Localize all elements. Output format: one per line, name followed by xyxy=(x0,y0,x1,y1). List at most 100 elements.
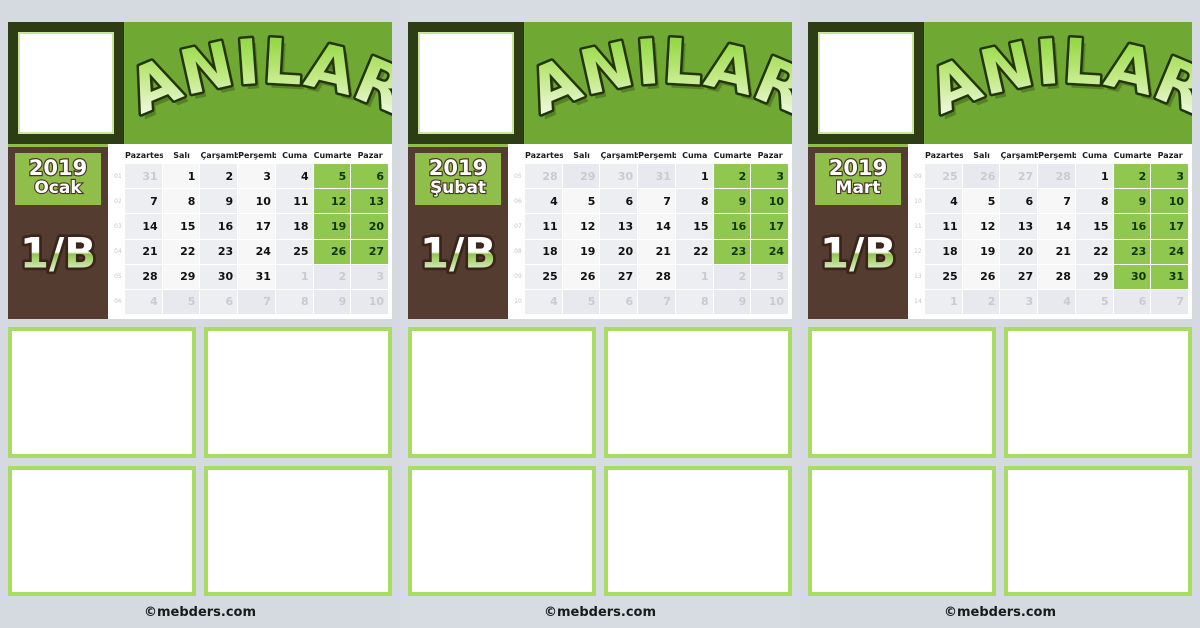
day-cell[interactable]: 5 xyxy=(1075,289,1113,315)
day-cell[interactable]: 22 xyxy=(675,239,713,264)
day-cell[interactable]: 1 xyxy=(1075,164,1113,189)
photo-placeholder-4[interactable] xyxy=(604,465,792,596)
day-cell[interactable]: 3 xyxy=(1151,164,1189,189)
day-cell[interactable]: 24 xyxy=(751,239,789,264)
day-cell[interactable]: 7 xyxy=(638,289,675,315)
day-cell[interactable]: 8 xyxy=(675,189,713,214)
day-cell[interactable]: 7 xyxy=(1038,189,1075,214)
day-cell[interactable]: 2 xyxy=(200,164,238,189)
day-cell[interactable]: 3 xyxy=(351,264,389,289)
day-cell[interactable]: 4 xyxy=(1038,289,1075,315)
day-cell[interactable]: 6 xyxy=(200,289,238,315)
day-cell[interactable]: 28 xyxy=(1038,164,1075,189)
day-cell[interactable]: 4 xyxy=(125,289,162,315)
day-cell[interactable]: 26 xyxy=(962,164,1000,189)
day-cell[interactable]: 1 xyxy=(162,164,200,189)
day-cell[interactable]: 22 xyxy=(162,239,200,264)
day-cell[interactable]: 20 xyxy=(1000,239,1038,264)
day-cell[interactable]: 17 xyxy=(751,214,789,239)
photo-placeholder-2[interactable] xyxy=(604,327,792,458)
day-cell[interactable]: 12 xyxy=(962,214,1000,239)
photo-placeholder-1[interactable] xyxy=(8,327,196,458)
day-cell[interactable]: 26 xyxy=(313,239,351,264)
day-cell[interactable]: 21 xyxy=(125,239,162,264)
photo-placeholder-1[interactable] xyxy=(408,327,596,458)
day-cell[interactable]: 5 xyxy=(162,289,200,315)
day-cell[interactable]: 6 xyxy=(1113,289,1151,315)
day-cell[interactable]: 18 xyxy=(925,239,962,264)
day-cell[interactable]: 22 xyxy=(1075,239,1113,264)
day-cell[interactable]: 28 xyxy=(125,264,162,289)
day-cell[interactable]: 2 xyxy=(713,264,751,289)
day-cell[interactable]: 5 xyxy=(313,164,351,189)
day-cell[interactable]: 1 xyxy=(675,264,713,289)
portrait-photo-placeholder[interactable] xyxy=(408,22,524,144)
photo-placeholder-2[interactable] xyxy=(204,327,392,458)
day-cell[interactable]: 23 xyxy=(713,239,751,264)
day-cell[interactable]: 21 xyxy=(638,239,675,264)
day-cell[interactable]: 25 xyxy=(275,239,313,264)
day-cell[interactable]: 21 xyxy=(1038,239,1075,264)
day-cell[interactable]: 26 xyxy=(962,264,1000,289)
day-cell[interactable]: 4 xyxy=(525,189,562,214)
day-cell[interactable]: 13 xyxy=(600,214,638,239)
day-cell[interactable]: 19 xyxy=(962,239,1000,264)
photo-placeholder-1[interactable] xyxy=(808,327,996,458)
day-cell[interactable]: 31 xyxy=(125,164,162,189)
day-cell[interactable]: 10 xyxy=(751,189,789,214)
day-cell[interactable]: 27 xyxy=(1000,264,1038,289)
day-cell[interactable]: 6 xyxy=(600,289,638,315)
day-cell[interactable]: 9 xyxy=(1113,189,1151,214)
day-cell[interactable]: 9 xyxy=(313,289,351,315)
day-cell[interactable]: 7 xyxy=(125,189,162,214)
day-cell[interactable]: 19 xyxy=(313,214,351,239)
day-cell[interactable]: 29 xyxy=(562,164,600,189)
day-cell[interactable]: 28 xyxy=(525,164,562,189)
day-cell[interactable]: 16 xyxy=(713,214,751,239)
day-cell[interactable]: 25 xyxy=(925,264,962,289)
day-cell[interactable]: 6 xyxy=(1000,189,1038,214)
day-cell[interactable]: 26 xyxy=(562,264,600,289)
day-cell[interactable]: 29 xyxy=(162,264,200,289)
day-cell[interactable]: 11 xyxy=(925,214,962,239)
day-cell[interactable]: 23 xyxy=(1113,239,1151,264)
day-cell[interactable]: 3 xyxy=(751,264,789,289)
day-cell[interactable]: 17 xyxy=(238,214,275,239)
day-cell[interactable]: 5 xyxy=(562,289,600,315)
day-cell[interactable]: 1 xyxy=(275,264,313,289)
day-cell[interactable]: 18 xyxy=(275,214,313,239)
day-cell[interactable]: 2 xyxy=(962,289,1000,315)
day-cell[interactable]: 25 xyxy=(525,264,562,289)
photo-placeholder-2[interactable] xyxy=(1004,327,1192,458)
day-cell[interactable]: 16 xyxy=(200,214,238,239)
day-cell[interactable]: 15 xyxy=(675,214,713,239)
day-cell[interactable]: 17 xyxy=(1151,214,1189,239)
portrait-photo-placeholder[interactable] xyxy=(8,22,124,144)
day-cell[interactable]: 31 xyxy=(238,264,275,289)
day-cell[interactable]: 4 xyxy=(525,289,562,315)
portrait-photo-placeholder[interactable] xyxy=(808,22,924,144)
day-cell[interactable]: 20 xyxy=(351,214,389,239)
day-cell[interactable]: 10 xyxy=(1151,189,1189,214)
day-cell[interactable]: 24 xyxy=(238,239,275,264)
day-cell[interactable]: 10 xyxy=(238,189,275,214)
day-cell[interactable]: 7 xyxy=(638,189,675,214)
day-cell[interactable]: 14 xyxy=(638,214,675,239)
day-cell[interactable]: 10 xyxy=(351,289,389,315)
day-cell[interactable]: 10 xyxy=(751,289,789,315)
photo-placeholder-3[interactable] xyxy=(8,465,196,596)
day-cell[interactable]: 31 xyxy=(638,164,675,189)
day-cell[interactable]: 7 xyxy=(238,289,275,315)
photo-placeholder-4[interactable] xyxy=(204,465,392,596)
day-cell[interactable]: 7 xyxy=(1151,289,1189,315)
day-cell[interactable]: 2 xyxy=(313,264,351,289)
day-cell[interactable]: 30 xyxy=(1113,264,1151,289)
day-cell[interactable]: 14 xyxy=(1038,214,1075,239)
day-cell[interactable]: 11 xyxy=(275,189,313,214)
day-cell[interactable]: 8 xyxy=(675,289,713,315)
day-cell[interactable]: 1 xyxy=(925,289,962,315)
day-cell[interactable]: 9 xyxy=(200,189,238,214)
day-cell[interactable]: 18 xyxy=(525,239,562,264)
day-cell[interactable]: 16 xyxy=(1113,214,1151,239)
day-cell[interactable]: 2 xyxy=(1113,164,1151,189)
